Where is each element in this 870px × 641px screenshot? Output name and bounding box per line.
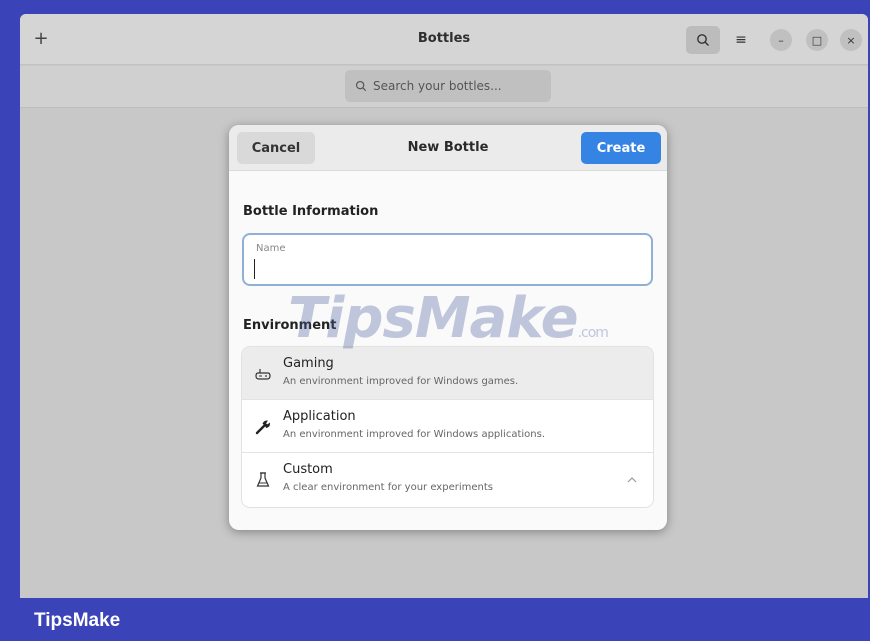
environment-option-application[interactable]: Application An environment improved for …	[242, 400, 653, 453]
search-entry[interactable]: Search your bottles...	[345, 70, 551, 102]
header-bar: + Bottles ≡ – □ ×	[20, 14, 868, 65]
search-icon	[697, 34, 709, 46]
environment-subtitle: An environment improved for Windows game…	[283, 376, 519, 387]
name-label: Name	[256, 243, 286, 254]
wrench-icon	[254, 418, 272, 436]
environment-title: Application	[283, 409, 356, 424]
name-field[interactable]: Name	[242, 233, 653, 286]
environment-subtitle: An environment improved for Windows appl…	[283, 429, 545, 440]
flask-icon	[254, 471, 272, 489]
name-input[interactable]	[254, 259, 634, 279]
create-button[interactable]: Create	[581, 132, 661, 164]
new-bottle-dialog: Cancel New Bottle Create Bottle Informat…	[229, 125, 667, 530]
environment-heading: Environment	[243, 318, 337, 333]
bottle-information-heading: Bottle Information	[243, 204, 379, 219]
search-toggle-button[interactable]	[686, 26, 720, 54]
environment-title: Gaming	[283, 356, 334, 371]
close-button[interactable]: ×	[840, 29, 862, 51]
search-placeholder: Search your bottles...	[373, 79, 502, 93]
environment-subtitle: A clear environment for your experiments	[283, 482, 493, 493]
cancel-button[interactable]: Cancel	[237, 132, 315, 164]
environment-list: Gaming An environment improved for Windo…	[242, 347, 653, 507]
environment-option-custom[interactable]: Custom A clear environment for your expe…	[242, 453, 653, 506]
dialog-header: Cancel New Bottle Create	[229, 125, 667, 171]
environment-title: Custom	[283, 462, 333, 477]
gamepad-icon	[254, 365, 272, 383]
search-icon	[355, 80, 367, 92]
search-bar: Search your bottles...	[20, 66, 868, 108]
chevron-up-icon[interactable]	[625, 473, 639, 487]
maximize-button[interactable]: □	[806, 29, 828, 51]
environment-option-gaming[interactable]: Gaming An environment improved for Windo…	[242, 347, 653, 400]
footer-brand: TipsMake	[34, 610, 121, 631]
main-menu-button[interactable]: ≡	[726, 26, 756, 54]
minimize-button[interactable]: –	[770, 29, 792, 51]
